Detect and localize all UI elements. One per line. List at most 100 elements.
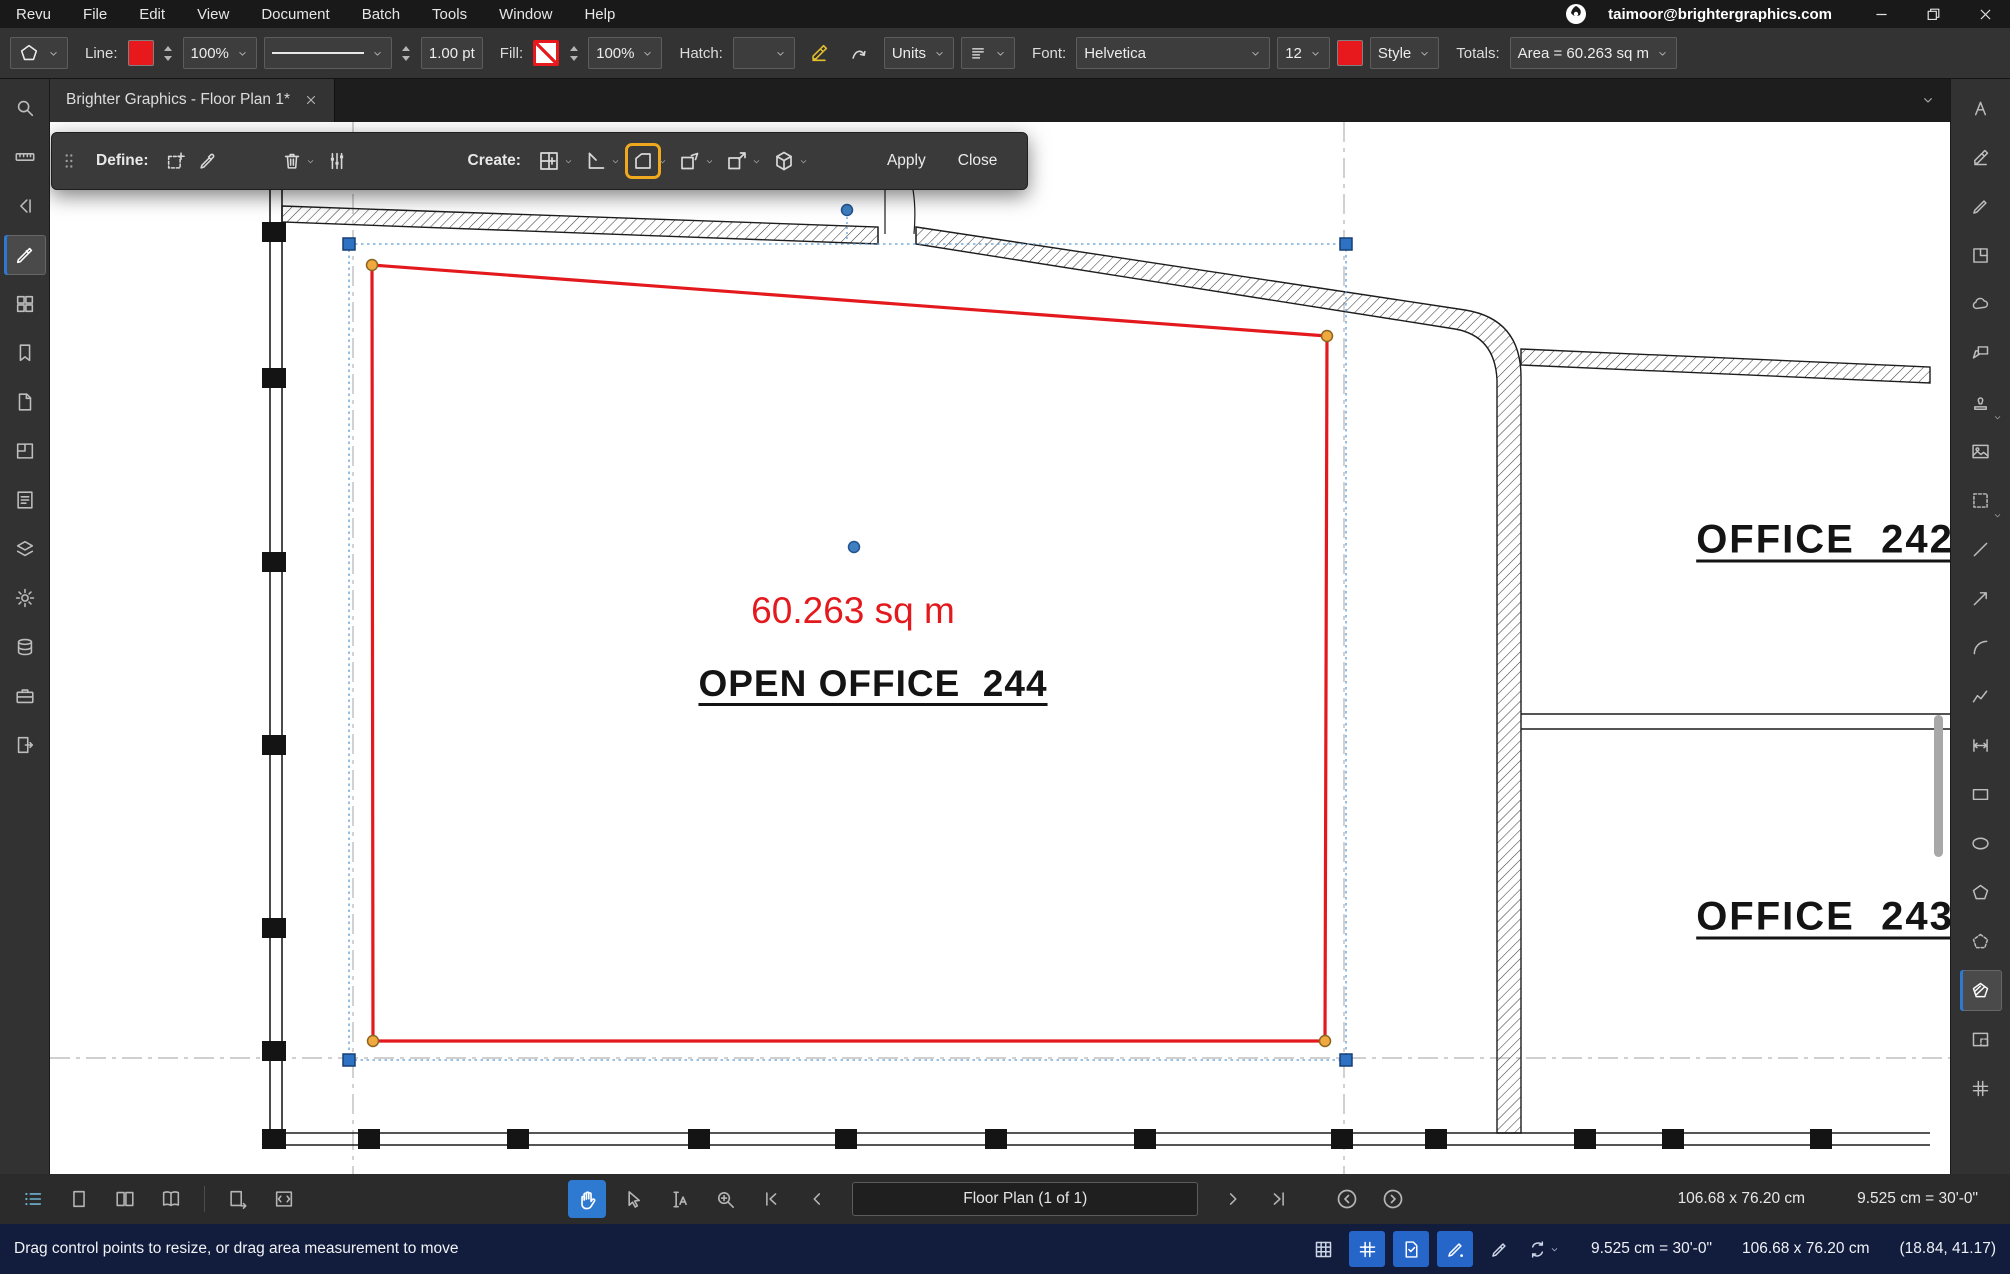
- previous-view-button[interactable]: [1328, 1180, 1366, 1218]
- delete-space-button[interactable]: [279, 146, 318, 176]
- line-width-stepper[interactable]: [399, 39, 414, 67]
- tool-callout[interactable]: [1960, 333, 2002, 374]
- shape-style-dropdown[interactable]: [10, 37, 68, 69]
- last-page-button[interactable]: [1260, 1180, 1298, 1218]
- area-measurement-polygon[interactable]: [372, 265, 1327, 1041]
- panel-spaces[interactable]: [4, 431, 46, 471]
- fill-color-swatch[interactable]: [533, 40, 559, 66]
- first-page-button[interactable]: [752, 1180, 790, 1218]
- fill-opacity-dropdown[interactable]: 100%: [588, 37, 662, 69]
- page-navigation-field[interactable]: Floor Plan (1 of 1): [852, 1182, 1198, 1216]
- single-page-view-button[interactable]: [60, 1180, 98, 1218]
- menu-file[interactable]: File: [67, 0, 123, 28]
- snap-to-content-toggle[interactable]: [1393, 1231, 1429, 1267]
- line-color-swatch[interactable]: [128, 40, 154, 66]
- tool-rectangle[interactable]: [1960, 774, 2002, 815]
- tool-ellipse[interactable]: [1960, 823, 2002, 864]
- tool-polygon[interactable]: [1960, 872, 2002, 913]
- panel-tool-chest[interactable]: [4, 676, 46, 716]
- space-settings-button[interactable]: [324, 146, 350, 176]
- line-opacity-stepper[interactable]: [161, 39, 176, 67]
- panel-layers[interactable]: [4, 529, 46, 569]
- tool-arrow[interactable]: [1960, 578, 2002, 619]
- panel-properties[interactable]: [4, 186, 46, 226]
- font-size-dropdown[interactable]: 12: [1277, 37, 1330, 69]
- pan-tool-button[interactable]: [568, 1180, 606, 1218]
- minimize-button[interactable]: [1868, 2, 1894, 26]
- menu-tools[interactable]: Tools: [416, 0, 483, 28]
- next-view-button[interactable]: [1374, 1180, 1412, 1218]
- tool-measure-cutout[interactable]: [1960, 1019, 2002, 1060]
- tab-floor-plan[interactable]: Brighter Graphics - Floor Plan 1*: [50, 78, 335, 122]
- tool-line[interactable]: [1960, 529, 2002, 570]
- tool-cloud[interactable]: [1960, 284, 2002, 325]
- tool-image[interactable]: [1960, 431, 2002, 472]
- reuse-markup-toggle[interactable]: [1525, 1231, 1561, 1267]
- select-text-tool-button[interactable]: [660, 1180, 698, 1218]
- panel-links[interactable]: [4, 725, 46, 765]
- apply-button[interactable]: Apply: [875, 146, 938, 176]
- create-3d-space-button[interactable]: [770, 145, 811, 177]
- tool-measure-perimeter[interactable]: [1960, 921, 2002, 962]
- create-polygon-button[interactable]: [629, 145, 670, 177]
- panel-settings[interactable]: [4, 578, 46, 618]
- tab-list-chevron-icon[interactable]: [1920, 92, 1936, 108]
- tool-highlight[interactable]: [1960, 137, 2002, 178]
- selection-handles[interactable]: [343, 238, 1352, 1066]
- multi-page-view-button[interactable]: [152, 1180, 190, 1218]
- create-subtract-region-button[interactable]: [723, 145, 764, 177]
- panel-search[interactable]: [4, 88, 46, 128]
- create-space-grid-button[interactable]: [535, 145, 576, 177]
- tool-polyline[interactable]: [1960, 676, 2002, 717]
- tool-stamp[interactable]: [1960, 382, 2002, 423]
- previous-page-button[interactable]: [798, 1180, 836, 1218]
- tab-close-icon[interactable]: [304, 93, 318, 107]
- next-page-button[interactable]: [1214, 1180, 1252, 1218]
- menu-revu[interactable]: Revu: [0, 0, 67, 28]
- hatch-dropdown[interactable]: [733, 37, 795, 69]
- toolbar-drag-handle-icon[interactable]: [56, 150, 82, 172]
- fit-page-button[interactable]: [265, 1180, 303, 1218]
- tool-arc[interactable]: [1960, 627, 2002, 668]
- area-measurement-value[interactable]: 60.263 sq m: [751, 590, 955, 632]
- tool-pen[interactable]: [1960, 186, 2002, 227]
- snap-to-grid-toggle[interactable]: [1349, 1231, 1385, 1267]
- vertex-control-points[interactable]: [367, 260, 1333, 1047]
- close-button[interactable]: Close: [946, 146, 1010, 176]
- style-dropdown[interactable]: Style: [1370, 37, 1439, 69]
- define-space-button[interactable]: [163, 146, 189, 176]
- text-alignment-dropdown[interactable]: [961, 37, 1015, 69]
- sketch-to-scale-button[interactable]: [843, 37, 877, 69]
- tool-measure-length[interactable]: [1960, 725, 2002, 766]
- panel-measurements[interactable]: [4, 137, 46, 177]
- panel-forms[interactable]: [4, 480, 46, 520]
- tool-text[interactable]: [1960, 88, 2002, 129]
- panel-markup-tools[interactable]: [4, 235, 46, 275]
- create-rect-region-button[interactable]: [676, 145, 717, 177]
- line-width-input[interactable]: 1.00 pt: [421, 37, 483, 69]
- menu-help[interactable]: Help: [568, 0, 631, 28]
- export-page-button[interactable]: [219, 1180, 257, 1218]
- line-opacity-dropdown[interactable]: 100%: [183, 37, 257, 69]
- panel-bookmarks[interactable]: [4, 333, 46, 373]
- tool-snapshot[interactable]: [1960, 480, 2002, 521]
- tool-measure-area[interactable]: [1960, 970, 2002, 1011]
- menu-document[interactable]: Document: [245, 0, 345, 28]
- markup-list-toggle[interactable]: [14, 1180, 52, 1218]
- highlighter-mode-button[interactable]: [802, 37, 836, 69]
- font-color-swatch[interactable]: [1337, 40, 1363, 66]
- panel-file-access[interactable]: [4, 382, 46, 422]
- markup-control-points[interactable]: [842, 205, 860, 553]
- canvas-vertical-scrollbar[interactable]: [1934, 715, 1943, 857]
- font-family-dropdown[interactable]: Helvetica: [1076, 37, 1270, 69]
- menu-window[interactable]: Window: [483, 0, 568, 28]
- split-view-button[interactable]: [106, 1180, 144, 1218]
- dynamic-fill-toggle[interactable]: [1481, 1231, 1517, 1267]
- document-canvas[interactable]: 60.263 sq m OPEN OFFICE 244 OFFICE 242 O…: [50, 122, 1950, 1174]
- menu-edit[interactable]: Edit: [123, 0, 181, 28]
- fill-opacity-stepper[interactable]: [566, 39, 581, 67]
- menu-view[interactable]: View: [181, 0, 245, 28]
- create-corner-button[interactable]: [582, 145, 623, 177]
- account-email[interactable]: taimoor@brightergraphics.com: [1608, 6, 1832, 23]
- menu-batch[interactable]: Batch: [346, 0, 416, 28]
